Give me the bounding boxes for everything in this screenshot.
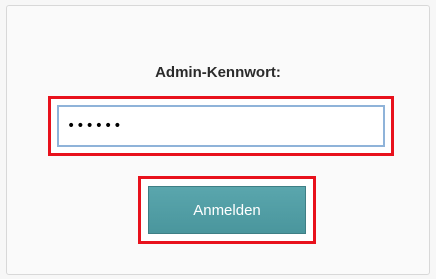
- password-label: Admin-Kennwort:: [155, 64, 281, 81]
- login-button[interactable]: Anmelden: [148, 186, 306, 234]
- login-button-highlight: Anmelden: [138, 176, 316, 244]
- password-field-highlight: [48, 96, 394, 156]
- password-input[interactable]: [57, 105, 385, 147]
- login-page: Admin-Kennwort: Anmelden: [0, 0, 436, 279]
